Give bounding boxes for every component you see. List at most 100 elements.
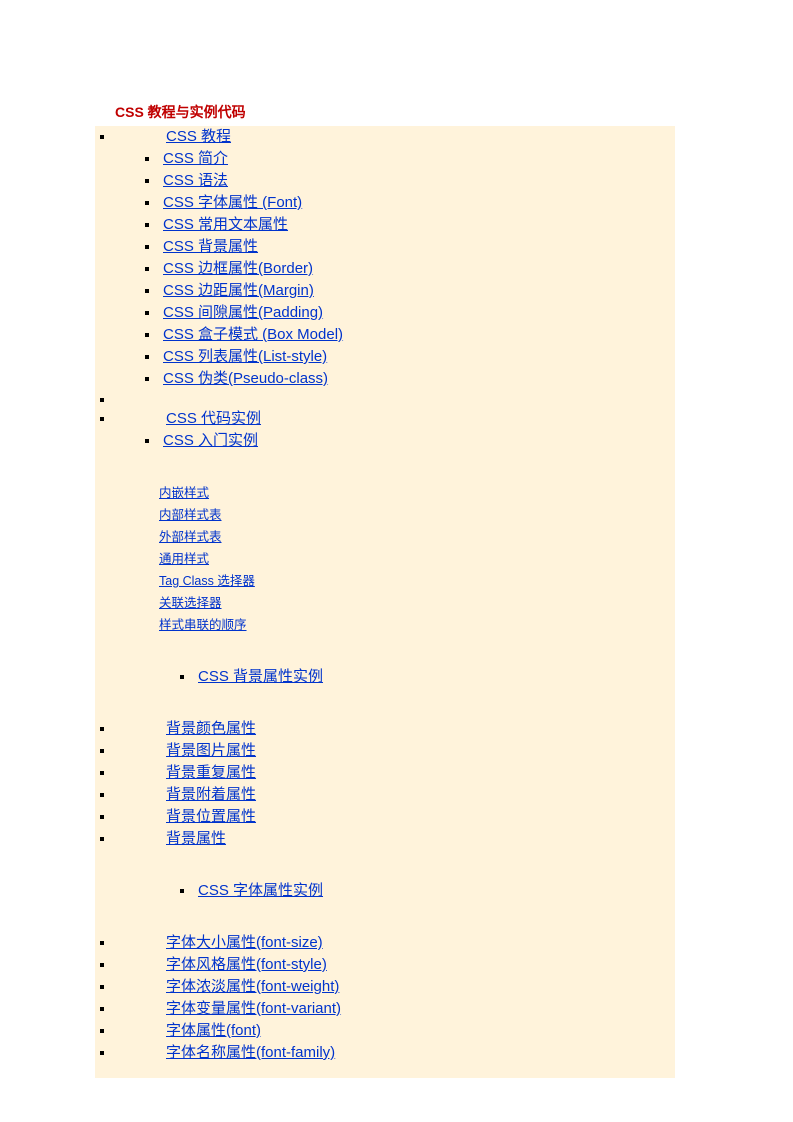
bullet-icon <box>180 889 184 893</box>
list-item: 样式串联的顺序 <box>95 614 675 636</box>
bullet-icon <box>100 1051 104 1055</box>
link-item[interactable]: CSS 语法 <box>163 172 228 189</box>
bullet-icon <box>145 377 149 381</box>
bullet-icon <box>100 749 104 753</box>
link-item[interactable]: CSS 伪类(Pseudo-class) <box>163 370 328 387</box>
list-item: Tag Class 选择器 <box>95 570 675 592</box>
bullet-icon <box>100 815 104 819</box>
link-item[interactable]: CSS 间隙属性(Padding) <box>163 304 323 321</box>
link-item[interactable]: 背景附着属性 <box>166 786 256 803</box>
section-2-head: CSS 代码实例 <box>95 408 675 430</box>
list-item: CSS 间隙属性(Padding) <box>95 302 675 324</box>
link-item[interactable]: CSS 背景属性 <box>163 238 258 255</box>
list-item: 外部样式表 <box>95 526 675 548</box>
list-item: 字体浓淡属性(font-weight) <box>95 976 675 998</box>
bullet-icon <box>100 727 104 731</box>
link-item[interactable]: CSS 简介 <box>163 150 228 167</box>
link-item[interactable]: 字体变量属性(font-variant) <box>166 1000 341 1017</box>
link-css-examples[interactable]: CSS 代码实例 <box>166 410 261 427</box>
link-item[interactable]: 字体浓淡属性(font-weight) <box>166 978 339 995</box>
bullet-icon <box>145 245 149 249</box>
link-item[interactable]: 外部样式表 <box>159 530 222 544</box>
link-sub-font[interactable]: CSS 字体属性实例 <box>198 882 323 899</box>
link-item[interactable]: CSS 边框属性(Border) <box>163 260 313 277</box>
link-item[interactable]: 字体大小属性(font-size) <box>166 934 323 951</box>
subsection-head: CSS 字体属性实例 <box>95 880 675 902</box>
list-item: CSS 边距属性(Margin) <box>95 280 675 302</box>
list-item: CSS 伪类(Pseudo-class) <box>95 368 675 390</box>
list-item: 背景位置属性 <box>95 806 675 828</box>
list-item: 背景颜色属性 <box>95 718 675 740</box>
bullet-icon <box>100 417 104 421</box>
bullet-icon <box>100 963 104 967</box>
link-item[interactable]: 字体属性(font) <box>166 1022 261 1039</box>
bullet-icon <box>100 1029 104 1033</box>
link-item[interactable]: 内部样式表 <box>159 508 222 522</box>
bullet-icon <box>100 793 104 797</box>
subsection-head: CSS 入门实例 <box>95 430 675 452</box>
link-item[interactable]: 背景重复属性 <box>166 764 256 781</box>
bullet-icon <box>145 179 149 183</box>
page-title: CSS 教程与实例代码 <box>115 104 246 120</box>
link-item[interactable]: CSS 常用文本属性 <box>163 216 288 233</box>
list-item: 背景图片属性 <box>95 740 675 762</box>
bullet-icon <box>145 355 149 359</box>
list-item: CSS 语法 <box>95 170 675 192</box>
bullet-icon <box>100 135 104 139</box>
list-item: CSS 字体属性 (Font) <box>95 192 675 214</box>
list-item: 背景重复属性 <box>95 762 675 784</box>
link-item[interactable]: Tag Class 选择器 <box>159 574 255 588</box>
bullet-icon <box>100 1007 104 1011</box>
list-item: CSS 常用文本属性 <box>95 214 675 236</box>
bullet-icon <box>145 311 149 315</box>
content-area: CSS 教程与实例代码 CSS 教程 CSS 简介 CSS 语法 CSS 字体属… <box>95 102 675 1078</box>
bullet-icon <box>145 267 149 271</box>
bullet-icon <box>145 201 149 205</box>
page-title-row: CSS 教程与实例代码 <box>95 102 695 126</box>
link-item[interactable]: 样式串联的顺序 <box>159 618 247 632</box>
link-item[interactable]: 字体名称属性(font-family) <box>166 1044 335 1061</box>
list-item: 背景附着属性 <box>95 784 675 806</box>
bullet-icon <box>145 223 149 227</box>
bullet-icon <box>100 771 104 775</box>
list-item: 字体变量属性(font-variant) <box>95 998 675 1020</box>
link-item[interactable]: 背景颜色属性 <box>166 720 256 737</box>
list-item: 通用样式 <box>95 548 675 570</box>
bullet-icon <box>100 985 104 989</box>
link-item[interactable]: CSS 盒子模式 (Box Model) <box>163 326 343 343</box>
link-item[interactable]: 通用样式 <box>159 552 209 566</box>
link-item[interactable]: CSS 字体属性 (Font) <box>163 194 302 211</box>
subsection-head: CSS 背景属性实例 <box>95 666 675 688</box>
list-item: CSS 简介 <box>95 148 675 170</box>
list-item: CSS 盒子模式 (Box Model) <box>95 324 675 346</box>
link-item[interactable]: 背景位置属性 <box>166 808 256 825</box>
empty-bullet <box>95 390 675 408</box>
link-sub-intro[interactable]: CSS 入门实例 <box>163 432 258 449</box>
link-item[interactable]: 字体风格属性(font-style) <box>166 956 327 973</box>
link-item[interactable]: 背景图片属性 <box>166 742 256 759</box>
bullet-icon <box>100 398 104 402</box>
list-item: CSS 边框属性(Border) <box>95 258 675 280</box>
list-item: 字体属性(font) <box>95 1020 675 1042</box>
bullet-icon <box>100 837 104 841</box>
bullet-icon <box>180 675 184 679</box>
list-item: CSS 背景属性 <box>95 236 675 258</box>
link-sub-bg[interactable]: CSS 背景属性实例 <box>198 668 323 685</box>
list-item: 字体风格属性(font-style) <box>95 954 675 976</box>
link-css-tutorial[interactable]: CSS 教程 <box>166 128 231 145</box>
bullet-icon <box>100 941 104 945</box>
link-item[interactable]: 关联选择器 <box>159 596 222 610</box>
link-item[interactable]: CSS 列表属性(List-style) <box>163 348 327 365</box>
bullet-icon <box>145 439 149 443</box>
bullet-icon <box>145 289 149 293</box>
bullet-icon <box>145 157 149 161</box>
list-item: 关联选择器 <box>95 592 675 614</box>
link-item[interactable]: 内嵌样式 <box>159 486 209 500</box>
list-item: 内嵌样式 <box>95 482 675 504</box>
section-1-head: CSS 教程 <box>95 126 675 148</box>
link-item[interactable]: CSS 边距属性(Margin) <box>163 282 314 299</box>
list-item: 字体大小属性(font-size) <box>95 932 675 954</box>
list-item: CSS 列表属性(List-style) <box>95 346 675 368</box>
link-item[interactable]: 背景属性 <box>166 830 226 847</box>
bullet-icon <box>145 333 149 337</box>
